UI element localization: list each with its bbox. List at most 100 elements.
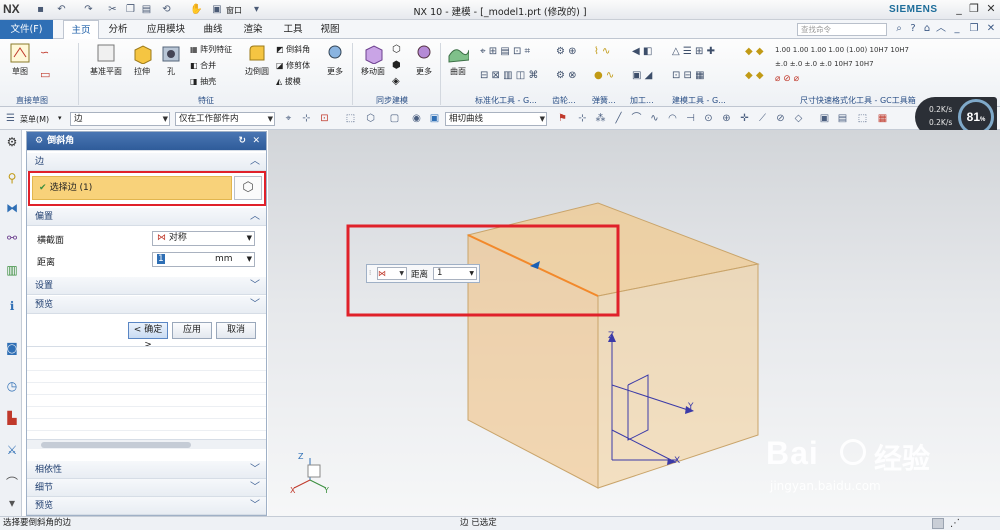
dialog-title-bar[interactable]: ⚙ 倒斜角 ↻ ✕: [27, 132, 266, 151]
hole-button[interactable]: 孔: [160, 42, 182, 77]
apply-button[interactable]: 应用: [172, 322, 212, 339]
roles-icon[interactable]: ⌒: [4, 475, 20, 491]
edge-blend-button[interactable]: 边倒圆: [240, 42, 274, 77]
curve-rule-select[interactable]: 相切曲线 ▼: [445, 112, 547, 126]
fit-view-icon[interactable]: ▤: [836, 112, 849, 125]
horizontal-scrollbar[interactable]: [27, 439, 266, 449]
cube-side-face[interactable]: [597, 263, 759, 489]
spring-tool-icon[interactable]: ⌇ ∿: [594, 46, 610, 57]
command-search-input[interactable]: 查找命令: [797, 23, 887, 36]
cancel-button[interactable]: 取消: [216, 322, 256, 339]
profile-icon[interactable]: ∽: [40, 46, 49, 59]
cross-section-select[interactable]: ⋈ 对称 ▼: [152, 231, 255, 246]
gear-tool-2-icon[interactable]: ⚙ ⊗: [556, 70, 577, 81]
sync-tool-3-icon[interactable]: ◈: [392, 76, 400, 87]
tab-analysis[interactable]: 分析: [101, 20, 135, 39]
tab-applications[interactable]: 应用模块: [141, 20, 191, 39]
dependencies-section-header[interactable]: 相依性 ﹀: [27, 461, 266, 479]
minimize-icon[interactable]: _: [952, 2, 966, 16]
std-tool-1-icon[interactable]: ⌖ ⊞ ▤ ⊡ ⌗: [480, 46, 530, 57]
scope-filter-select[interactable]: 仅在工作部件内 ▼: [175, 112, 275, 126]
process-studio-icon[interactable]: ⚔: [4, 442, 20, 458]
view-icon[interactable]: ◉: [410, 112, 423, 125]
surface-button[interactable]: 曲面: [445, 42, 471, 77]
distance-input[interactable]: 1 mm ▼: [152, 252, 255, 267]
chamfer-button[interactable]: ◩ 倒斜角: [276, 44, 310, 55]
snap-endpoint-icon[interactable]: ⊹: [576, 112, 589, 125]
dim-tool-icon[interactable]: ◆ ◆: [745, 46, 764, 57]
sync-tool-2-icon[interactable]: ⬢: [392, 60, 401, 71]
reset-icon[interactable]: ↻: [238, 132, 246, 150]
snap-point-icon[interactable]: ⚑: [556, 112, 569, 125]
rectangle-icon[interactable]: ▭: [40, 68, 50, 81]
menu-button[interactable]: 菜单(M): [20, 114, 49, 125]
web-browser-icon[interactable]: ◙: [4, 340, 20, 356]
machining-tool-icon[interactable]: ◀ ◧: [632, 46, 652, 57]
sketch-button[interactable]: 草图: [5, 42, 35, 77]
type-filter-select[interactable]: 边 ▼: [70, 112, 170, 126]
pattern-feature-button[interactable]: ▦ 阵列特征: [190, 44, 232, 55]
graphics-window[interactable]: ⁞ ⋈ ▼ 距离 1 ▼ Z Y X Z Y X Bai 经验 jingyan.ba…: [268, 130, 1000, 516]
snap-arc-icon[interactable]: ◠: [666, 112, 679, 125]
feature-more-button[interactable]: 更多: [322, 42, 348, 77]
camera-icon[interactable]: ▣: [818, 112, 831, 125]
select-edge-cube-icon[interactable]: ⬡: [234, 176, 262, 200]
extrude-button[interactable]: 拉伸: [128, 42, 156, 77]
orient-view-icon[interactable]: ⬚: [856, 112, 869, 125]
machining-tool-2-icon[interactable]: ▣ ◢: [632, 70, 652, 81]
offset-section-header[interactable]: 偏置 ︿: [27, 208, 266, 226]
general-select-icon[interactable]: ⊹: [300, 112, 313, 125]
assembly-navigator-icon[interactable]: ⚲: [4, 170, 20, 186]
select-edge-row[interactable]: ✔ 选择边 (1): [32, 176, 232, 200]
tab-file[interactable]: 文件(F): [0, 20, 53, 39]
modeling-tool-2-icon[interactable]: ⊡ ⊟ ▦: [672, 70, 705, 81]
dim-format-row-3[interactable]: ⌀ ⊘ ⌀: [775, 74, 799, 84]
help-icon[interactable]: ?: [906, 22, 920, 36]
dialog-close-icon[interactable]: ✕: [252, 132, 260, 150]
dialog-gear-icon[interactable]: ⚙: [35, 136, 43, 146]
shaded-icon[interactable]: ▣: [428, 112, 441, 125]
snap-quadrant-icon[interactable]: ⊕: [720, 112, 733, 125]
snap-existing-icon[interactable]: ✛: [738, 112, 751, 125]
cross-section-mini-select[interactable]: ⋈ ▼: [377, 267, 407, 280]
doc-minimize-icon[interactable]: _: [950, 22, 964, 36]
close-icon[interactable]: ✕: [984, 2, 998, 16]
snap-bounded-icon[interactable]: ◇: [792, 112, 805, 125]
snap-tangent-icon[interactable]: ⌒: [630, 112, 643, 125]
spring-tool-2-icon[interactable]: ● ∿: [594, 70, 614, 81]
move-face-button[interactable]: 移动面: [358, 42, 388, 77]
tab-curve[interactable]: 曲线: [196, 20, 230, 39]
part-navigator-icon[interactable]: ⚯: [4, 230, 20, 246]
menu-dropdown-icon[interactable]: ▾: [58, 114, 62, 122]
ok-button[interactable]: < 确定 >: [128, 322, 168, 350]
history-icon[interactable]: ◷: [4, 378, 20, 394]
doc-restore-icon[interactable]: ❐: [967, 22, 981, 36]
render-style-icon[interactable]: ▦: [876, 112, 889, 125]
scrollbar-thumb[interactable]: [41, 442, 191, 448]
unite-button[interactable]: ◧ 合并: [190, 60, 216, 71]
snap-line-icon[interactable]: ╱: [612, 112, 625, 125]
grip-icon[interactable]: ⁞: [369, 269, 371, 277]
snap-center-icon[interactable]: ⊙: [702, 112, 715, 125]
modeling-tool-icon[interactable]: △ ☰ ⊞ ✚: [672, 46, 715, 57]
settings-section-header[interactable]: 设置 ﹀: [27, 277, 266, 295]
select-feature-icon[interactable]: ⊡: [318, 112, 331, 125]
tab-tools[interactable]: 工具: [276, 20, 310, 39]
gear-icon[interactable]: ⚙: [4, 134, 20, 150]
sync-more-button[interactable]: 更多: [412, 42, 436, 77]
status-icon-1[interactable]: [932, 518, 944, 529]
part-navigator-list[interactable]: [27, 346, 266, 446]
datum-plane-button[interactable]: 基准平面: [88, 42, 124, 77]
home-icon[interactable]: ⌂: [920, 22, 934, 36]
dim-format-row-1[interactable]: 1.00 1.00 1.00 1.00 (1.00) 10H7 10H7: [775, 46, 909, 54]
snap-on-curve-icon[interactable]: ⟋: [756, 112, 769, 125]
constraint-navigator-icon[interactable]: ⧓: [4, 200, 20, 216]
scroll-down-icon[interactable]: ▾: [4, 495, 20, 511]
dim-tool-2-icon[interactable]: ◆ ◆: [745, 70, 764, 81]
restore-icon[interactable]: ❐: [967, 2, 981, 16]
collapse-ribbon-icon[interactable]: ︿: [934, 22, 948, 36]
tab-home[interactable]: 主页: [63, 20, 99, 39]
select-all-icon[interactable]: ▢: [388, 112, 401, 125]
hd3d-icon[interactable]: ℹ: [4, 298, 20, 314]
snap-on-face-icon[interactable]: ⊘: [774, 112, 787, 125]
